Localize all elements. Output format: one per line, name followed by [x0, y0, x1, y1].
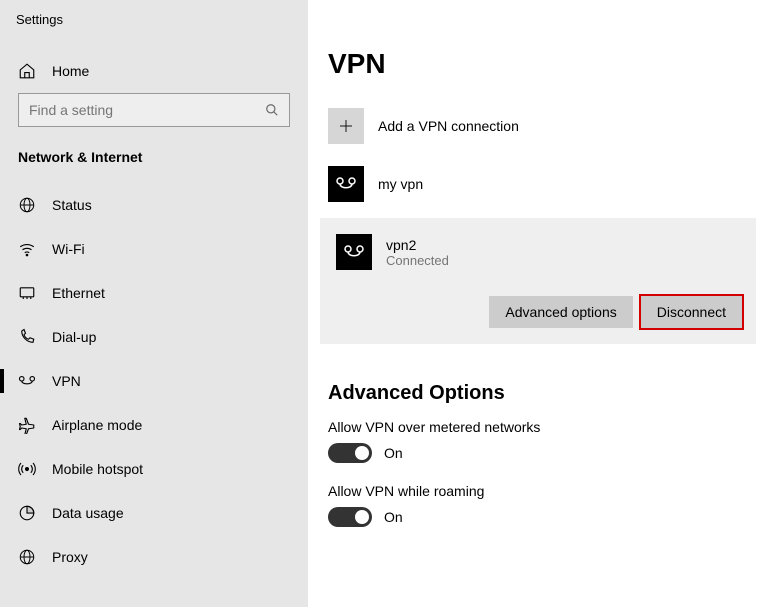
- sidebar-item-label: Wi-Fi: [52, 241, 85, 257]
- vpn-connection-name: vpn2: [386, 237, 449, 253]
- toggle-state: On: [384, 509, 403, 525]
- add-vpn-connection[interactable]: Add a VPN connection: [328, 102, 750, 150]
- sidebar-item-ethernet[interactable]: Ethernet: [0, 271, 308, 315]
- toggle-switch-roaming[interactable]: [328, 507, 372, 527]
- settings-sidebar: Settings Home Network & Internet Status: [0, 0, 308, 607]
- sidebar-item-airplane[interactable]: Airplane mode: [0, 403, 308, 447]
- airplane-icon: [18, 416, 36, 434]
- sidebar-item-datausage[interactable]: Data usage: [0, 491, 308, 535]
- vpn-connection-icon: [328, 166, 364, 202]
- sidebar-home[interactable]: Home: [0, 49, 308, 93]
- ethernet-icon: [18, 284, 36, 302]
- vpn-connection-vpn2[interactable]: vpn2 Connected: [328, 228, 742, 276]
- sidebar-item-label: Airplane mode: [52, 417, 142, 433]
- add-vpn-label: Add a VPN connection: [378, 118, 519, 134]
- sidebar-item-wifi[interactable]: Wi-Fi: [0, 227, 308, 271]
- sidebar-item-label: Data usage: [52, 505, 124, 521]
- sidebar-home-label: Home: [52, 63, 89, 79]
- data-usage-icon: [18, 504, 36, 522]
- main-panel: VPN Add a VPN connection my vpn: [308, 0, 768, 607]
- sidebar-item-hotspot[interactable]: Mobile hotspot: [0, 447, 308, 491]
- toggle-metered: Allow VPN over metered networks On: [328, 419, 750, 463]
- toggle-label: Allow VPN over metered networks: [328, 419, 750, 435]
- vpn-connection-selected: vpn2 Connected Advanced options Disconne…: [320, 218, 756, 344]
- globe-icon: [18, 196, 36, 214]
- sidebar-item-vpn[interactable]: VPN: [0, 359, 308, 403]
- vpn-icon: [18, 372, 36, 390]
- sidebar-item-dialup[interactable]: Dial-up: [0, 315, 308, 359]
- sidebar-item-proxy[interactable]: Proxy: [0, 535, 308, 579]
- toggle-switch-metered[interactable]: [328, 443, 372, 463]
- search-icon: [265, 103, 279, 117]
- advanced-options-button[interactable]: Advanced options: [489, 296, 632, 328]
- search-input[interactable]: [29, 102, 265, 118]
- search-wrap: [0, 93, 308, 141]
- vpn-action-row: Advanced options Disconnect: [328, 296, 742, 328]
- toggle-roaming: Allow VPN while roaming On: [328, 483, 750, 527]
- sidebar-item-status[interactable]: Status: [0, 183, 308, 227]
- vpn-connection-icon: [336, 234, 372, 270]
- sidebar-item-label: Ethernet: [52, 285, 105, 301]
- search-box[interactable]: [18, 93, 290, 127]
- proxy-icon: [18, 548, 36, 566]
- wifi-icon: [18, 240, 36, 258]
- sidebar-item-label: Status: [52, 197, 92, 213]
- vpn-connection-name: my vpn: [378, 176, 423, 192]
- sidebar-item-label: Dial-up: [52, 329, 96, 345]
- sidebar-item-label: Proxy: [52, 549, 88, 565]
- advanced-options-heading: Advanced Options: [328, 382, 750, 405]
- vpn-connection-status: Connected: [386, 253, 449, 268]
- home-icon: [18, 62, 36, 80]
- hotspot-icon: [18, 460, 36, 478]
- disconnect-button[interactable]: Disconnect: [641, 296, 742, 328]
- sidebar-category: Network & Internet: [0, 141, 308, 183]
- plus-icon: [328, 108, 364, 144]
- toggle-label: Allow VPN while roaming: [328, 483, 750, 499]
- sidebar-item-label: Mobile hotspot: [52, 461, 143, 477]
- vpn-connection-myvpn[interactable]: my vpn: [328, 160, 750, 208]
- phone-icon: [18, 328, 36, 346]
- toggle-state: On: [384, 445, 403, 461]
- sidebar-item-label: VPN: [52, 373, 81, 389]
- app-title: Settings: [0, 12, 308, 49]
- page-title: VPN: [328, 48, 750, 80]
